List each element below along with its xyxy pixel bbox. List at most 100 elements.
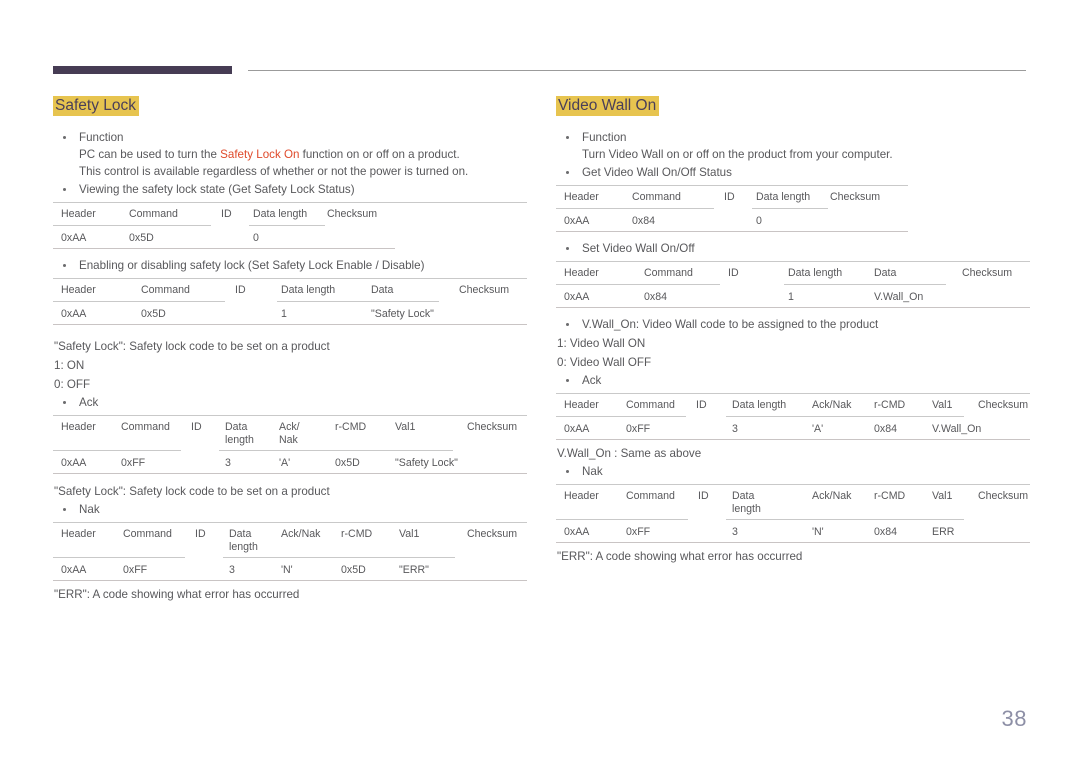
col-header-command: Command [141,283,190,296]
note-err: "ERR": A code showing what error has occ… [557,549,803,563]
col-header-r-cmd: r-CMD [874,489,906,502]
table-header-row: Header Command ID Data length Ack/Nak r-… [556,394,1030,416]
bullet-function-line2: This control is available regardless of … [79,164,469,178]
table-rule-bottom [556,230,908,232]
cell-ack-nak: 'A' [812,422,824,435]
col-header-val1: Val1 [399,527,420,540]
bullet-set-video-wall: Set Video Wall On/Off [556,240,1030,257]
col-header-data-length: Data length [788,266,843,279]
bullet-get-safety-lock-status: Viewing the safety lock state (Get Safet… [53,181,527,198]
col-header-header: Header [564,266,599,279]
right-column: Video Wall On Function Turn Video Wall o… [556,96,1030,566]
col-header-command: Command [129,207,178,220]
col-header-r-cmd: r-CMD [341,527,373,540]
page-title-video-wall-on: Video Wall On [556,96,1030,116]
cell-command: 0xFF [123,563,148,576]
cell-data-length: 3 [225,456,231,469]
cell-val1: V.Wall_On [932,422,982,435]
page-header-decoration [53,66,1026,76]
cell-val1: "Safety Lock" [395,456,458,469]
table-get-safety-lock-status: Header Command ID Data length Checksum 0… [53,201,527,249]
cell-header: 0xAA [61,456,87,469]
col-header-command: Command [632,190,681,203]
col-header-val1: Val1 [932,489,953,502]
cell-command: 0x84 [632,214,655,227]
col-header-command: Command [121,420,170,433]
note-video-wall-on: 1: Video Wall ON [557,336,646,350]
table-header-row: Header Command ID Data length Ack/Nak r-… [53,523,527,557]
bullet-ack: Ack [556,372,1030,389]
table-nak: Header Command ID Data length Ack/Nak r-… [53,521,527,581]
table-header-row: Header Command ID Data length Checksum [556,186,1030,208]
cell-command: 0x5D [141,307,166,320]
bullet-function-label: Function [582,130,627,144]
col-header-data: Data [371,283,394,296]
cell-r-cmd: 0x5D [341,563,366,576]
cell-val1: ERR [932,525,955,538]
col-header-r-cmd: r-CMD [874,398,906,411]
col-header-ack-nak: Ack/ Nak [279,420,300,446]
cell-command: 0xFF [626,525,651,538]
bullet-set-safety-lock: Enabling or disabling safety lock (Set S… [53,257,527,274]
col-header-checksum: Checksum [962,266,1013,279]
col-header-header: Header [564,489,599,502]
cell-data-length: 0 [756,214,762,227]
table-rule-bottom [53,247,395,249]
cell-header: 0xAA [61,563,87,576]
bullet-function-line1: Turn Video Wall on or off on the product… [582,147,893,161]
col-header-id: ID [724,190,735,203]
table-data-row: 0xAA 0xFF 3 'N' 0x5D "ERR" [53,558,527,580]
bullet-nak: Nak [556,463,1030,480]
col-header-id: ID [698,489,709,502]
table-nak: Header Command ID Data length Ack/Nak r-… [556,483,1030,543]
cell-data-length: 1 [281,307,287,320]
col-header-data-length: Data length [756,190,811,203]
cell-header: 0xAA [564,214,590,227]
col-header-checksum: Checksum [459,283,510,296]
col-header-checksum: Checksum [327,207,378,220]
left-column: Safety Lock Function PC can be used to t… [53,96,527,604]
bullet-nak: Nak [53,501,527,518]
table-data-row: 0xAA 0xFF 3 'A' 0x84 V.Wall_On [556,417,1030,439]
table-data-row: 0xAA 0x84 0 [556,209,1030,231]
cell-r-cmd: 0x84 [874,422,897,435]
cell-header: 0xAA [564,525,590,538]
col-header-header: Header [61,527,96,540]
page-number: 38 [1001,706,1027,731]
col-header-checksum: Checksum [830,190,881,203]
col-header-checksum: Checksum [467,527,518,540]
col-header-data-length: Data length [253,207,308,220]
table-header-row: Header Command ID Data length Data Check… [556,262,1030,284]
cell-r-cmd: 0x5D [335,456,360,469]
table-data-row: 0xAA 0x5D 0 [53,226,527,248]
bullet-function-line1: PC can be used to turn the Safety Lock O… [79,146,527,163]
cell-header: 0xAA [61,307,87,320]
cell-header: 0xAA [564,422,590,435]
cell-command: 0xFF [121,456,146,469]
col-header-id: ID [728,266,739,279]
cell-data-length: 0 [253,231,259,244]
header-rule-line [248,70,1026,71]
note-vwall-same-as-above: V.Wall_On : Same as above [557,446,702,460]
note-off: 0: OFF [54,377,91,391]
col-header-r-cmd: r-CMD [335,420,367,433]
cell-header: 0xAA [61,231,87,244]
table-header-row: Header Command ID Data length Ack/ Nak r… [53,416,527,450]
col-header-command: Command [626,489,675,502]
cell-val1: "ERR" [399,563,429,576]
table-set-video-wall: Header Command ID Data length Data Check… [556,260,1030,308]
bullet-ack: Ack [53,394,527,411]
col-header-data-length: Data length [732,398,787,411]
col-header-checksum: Checksum [978,398,1029,411]
col-header-id: ID [191,420,202,433]
table-header-row: Header Command ID Data length Ack/Nak r-… [556,485,1030,519]
bullet-function: Function Turn Video Wall on or off on th… [556,129,1030,163]
function-text-b: function on or off on a product. [299,147,460,161]
function-text-highlight: Safety Lock On [220,147,300,161]
header-accent-bar [53,66,232,74]
col-header-header: Header [61,283,96,296]
note-on: 1: ON [54,358,85,372]
bullet-get-video-wall-status: Get Video Wall On/Off Status [556,164,1030,181]
function-text-a: PC can be used to turn the [79,147,221,161]
cell-ack-nak: 'N' [281,563,293,576]
